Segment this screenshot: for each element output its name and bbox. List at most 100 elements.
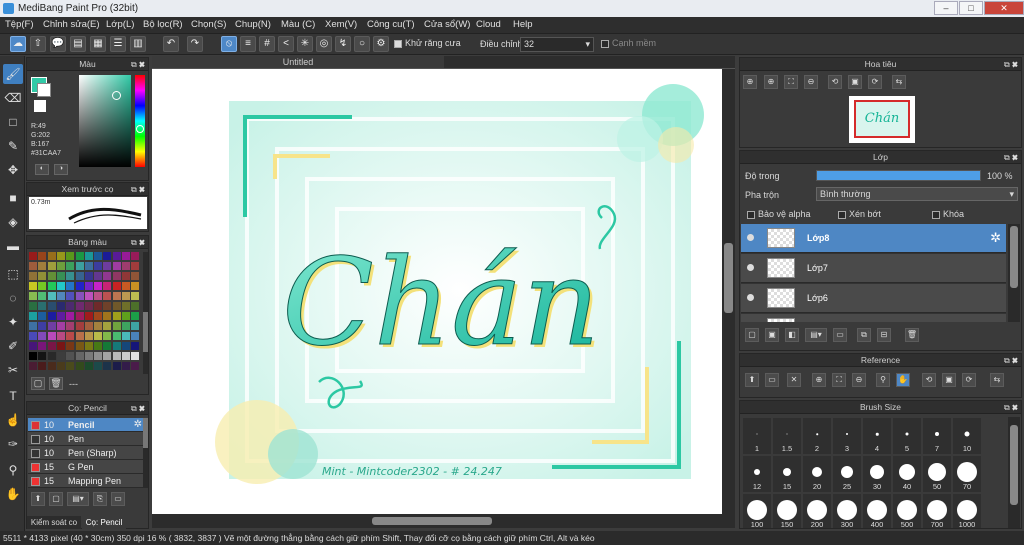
brush-size-cell[interactable]: 12: [743, 456, 771, 492]
parallel-snap-icon[interactable]: ≡: [240, 36, 256, 52]
brush-size-cell[interactable]: 100: [743, 494, 771, 528]
maximize-button[interactable]: □: [959, 1, 983, 15]
brush-size-cell[interactable]: 7: [923, 418, 951, 454]
brush-item-pen-sharp[interactable]: 10 Pen (Sharp): [28, 446, 146, 460]
layer-menu-icon[interactable]: ▤▾: [805, 328, 827, 342]
merge-layer-icon[interactable]: ⊟: [877, 328, 891, 342]
palette-swatch[interactable]: [66, 342, 75, 350]
palette-swatch[interactable]: [29, 322, 37, 330]
palette-swatch[interactable]: [47, 312, 56, 320]
palette-swatch[interactable]: [66, 302, 75, 310]
palette-swatch[interactable]: [47, 322, 56, 330]
panel-close-icon[interactable]: ⧉ ✖: [1004, 151, 1018, 164]
lasso-tool-icon[interactable]: ◌: [3, 288, 23, 308]
palette-swatch[interactable]: [75, 342, 84, 350]
brush-copy-icon[interactable]: ⎘: [93, 492, 107, 506]
hue-slider[interactable]: [135, 75, 145, 167]
palette-swatch[interactable]: [94, 332, 103, 340]
layer-row[interactable]: Lớp7: [741, 254, 1006, 283]
palette-swatch[interactable]: [131, 282, 140, 290]
delete-layer-icon[interactable]: 🗑: [905, 328, 919, 342]
brush-size-cell[interactable]: 20: [803, 456, 831, 492]
palette-swatch[interactable]: [94, 342, 103, 350]
menu-file[interactable]: Tệp(F): [5, 19, 34, 30]
palette-swatch[interactable]: [122, 342, 130, 350]
palette-swatch[interactable]: [84, 292, 93, 300]
palette-swatch[interactable]: [38, 292, 47, 300]
menu-help[interactable]: Help: [513, 19, 533, 30]
reference-zoom-in-icon[interactable]: ⊕: [812, 373, 826, 387]
palette-swatch[interactable]: [38, 302, 47, 310]
palette-swatch[interactable]: [66, 252, 75, 260]
panel-close-icon[interactable]: ⧉ ✖: [131, 402, 145, 415]
reference-rotate-right-icon[interactable]: ⟳: [962, 373, 976, 387]
palette-swatch[interactable]: [75, 292, 84, 300]
palette-scrollbar[interactable]: [143, 252, 148, 374]
palette-swatch[interactable]: [122, 362, 130, 370]
rotate-left-icon[interactable]: ⟲: [828, 75, 842, 89]
palette-swatch[interactable]: [47, 332, 56, 340]
reference-flip-icon[interactable]: ⇆: [990, 373, 1004, 387]
palette-swatch[interactable]: [131, 262, 140, 270]
new-brush-icon[interactable]: ▢: [49, 492, 63, 506]
panel-close-icon[interactable]: ⧉ ✖: [131, 58, 145, 71]
clipping-checkbox[interactable]: [838, 210, 846, 219]
palette-swatch[interactable]: [122, 282, 130, 290]
palette-swatch[interactable]: [112, 362, 121, 370]
brush-size-cell[interactable]: 2: [803, 418, 831, 454]
add-palette-icon[interactable]: ▢: [31, 377, 45, 390]
eyedropper-tool-icon[interactable]: ⚲: [3, 460, 23, 480]
menu-color[interactable]: Màu (C): [281, 19, 315, 30]
palette-swatch[interactable]: [38, 322, 47, 330]
reference-reset-icon[interactable]: ▣: [942, 373, 956, 387]
palette-swatch[interactable]: [122, 322, 130, 330]
palette-swatch[interactable]: [38, 312, 47, 320]
snap-off-icon[interactable]: ⦸: [221, 36, 237, 52]
color-history-icon[interactable]: ◑: [54, 164, 68, 175]
palette-swatch[interactable]: [38, 252, 47, 260]
brush-size-cell[interactable]: 300: [833, 494, 861, 528]
palette-swatch[interactable]: [112, 342, 121, 350]
visibility-icon[interactable]: [747, 294, 754, 301]
palette-swatch[interactable]: [38, 362, 47, 370]
brush-size-cell[interactable]: 1: [743, 418, 771, 454]
palette-swatch[interactable]: [38, 342, 47, 350]
palette-swatch[interactable]: [84, 362, 93, 370]
palette-swatch[interactable]: [122, 272, 130, 280]
concentric-snap-icon[interactable]: ◎: [316, 36, 332, 52]
palette-swatch[interactable]: [47, 352, 56, 360]
palette-swatch[interactable]: [75, 302, 84, 310]
palette-grid[interactable]: [29, 252, 141, 374]
layer-row[interactable]: [741, 314, 1006, 322]
secondary-color-swatch[interactable]: [37, 83, 51, 97]
palette-swatch[interactable]: [56, 272, 65, 280]
palette-swatch[interactable]: [38, 352, 47, 360]
palette-swatch[interactable]: [84, 302, 93, 310]
shape-tool-icon[interactable]: □: [3, 112, 23, 132]
antialias-checkbox[interactable]: [394, 39, 402, 48]
menu-tools[interactable]: Công cu(T): [367, 19, 415, 30]
palette-swatch[interactable]: [131, 252, 140, 260]
palette-swatch[interactable]: [47, 272, 56, 280]
bucket-tool-icon[interactable]: ◈: [3, 212, 23, 232]
palette-swatch[interactable]: [94, 362, 103, 370]
palette-swatch[interactable]: [56, 312, 65, 320]
fill-rect-tool-icon[interactable]: ■: [3, 188, 23, 208]
folder-icon[interactable]: ▭: [111, 492, 125, 506]
brush-item-pencil[interactable]: 10 Pencil ✲: [28, 418, 146, 432]
curve-snap-icon[interactable]: ↯: [335, 36, 351, 52]
palette-swatch[interactable]: [29, 292, 37, 300]
palette-swatch[interactable]: [131, 352, 140, 360]
palette-swatch[interactable]: [131, 292, 140, 300]
hue-slider-handle[interactable]: [136, 125, 144, 133]
brush-size-cell[interactable]: 15: [773, 456, 801, 492]
palette-swatch[interactable]: [56, 252, 65, 260]
palette-swatch[interactable]: [103, 342, 112, 350]
opacity-slider[interactable]: [816, 170, 981, 181]
palette-swatch[interactable]: [29, 312, 37, 320]
palette-swatch[interactable]: [94, 282, 103, 290]
panel-close-icon[interactable]: ⧉ ✖: [1004, 401, 1018, 414]
palette-swatch[interactable]: [29, 262, 37, 270]
palette-swatch[interactable]: [47, 302, 56, 310]
palette-swatch[interactable]: [56, 352, 65, 360]
